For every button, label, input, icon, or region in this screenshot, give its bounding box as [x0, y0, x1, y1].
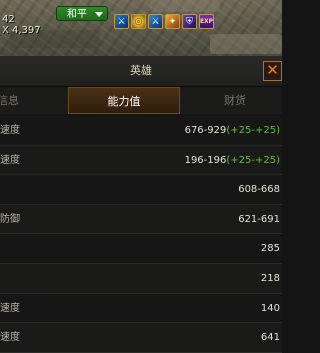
stat-value: 140: [260, 302, 280, 314]
coin-buff-icon[interactable]: ◎: [131, 14, 146, 29]
coordinate-x-row: X 4,397: [2, 25, 41, 36]
stat-value: 196-196(+25-+25): [185, 146, 280, 175]
tab-wealth[interactable]: 财货: [200, 87, 270, 114]
map-terrain: [210, 34, 282, 54]
stat-row: 608-668: [0, 175, 282, 205]
cross-icon: X: [2, 25, 9, 36]
stat-row: 速度 140: [0, 293, 282, 324]
stat-row: 速度 676-929(+25-+25): [0, 116, 282, 146]
stat-value: 218: [260, 272, 280, 284]
stat-value: 676-929(+25-+25): [185, 116, 280, 145]
stat-row: 285: [0, 234, 282, 264]
fire-buff-icon[interactable]: ✦: [165, 14, 180, 29]
sword-buff-icon[interactable]: ⚔: [114, 14, 129, 29]
stat-value: 608-668: [238, 184, 280, 196]
map-coordinates: 42 X 4,397: [2, 14, 41, 36]
pk-mode-label: 和平: [67, 9, 87, 20]
stat-row: 速度 641: [0, 323, 282, 353]
window-title: 英雄: [130, 64, 152, 77]
stats-list: 速度 676-929(+25-+25) 速度 196-196(+25-+25) …: [0, 116, 282, 353]
coordinate-y: 42: [2, 14, 15, 25]
chevron-down-icon: [95, 12, 103, 17]
pk-mode-dropdown[interactable]: 和平: [56, 6, 108, 21]
stat-value: 641: [260, 332, 280, 344]
shield-buff-icon[interactable]: ⛨: [182, 14, 197, 29]
tab-label: 能力值: [107, 95, 141, 108]
stat-label: 速度: [0, 302, 20, 314]
tab-label: 本信息: [0, 94, 19, 107]
stat-row: 218: [0, 263, 282, 294]
stat-label: 速度: [0, 332, 20, 344]
stat-bonus: (+25-+25): [226, 125, 280, 136]
tab-label: 财货: [224, 94, 246, 107]
stat-bonus: (+25-+25): [226, 154, 280, 166]
stat-label: 防御: [0, 213, 20, 225]
tab-bar: 本信息 能力值 财货: [0, 87, 282, 114]
sword-buff-icon[interactable]: ⚔: [148, 14, 163, 29]
map-terrain: [150, 0, 220, 12]
stat-label: 速度: [0, 125, 20, 136]
stat-label: 速度: [0, 154, 20, 166]
stat-number: 676-929: [184, 125, 227, 136]
stat-value: 285: [260, 243, 280, 255]
close-button[interactable]: ✕: [263, 61, 282, 81]
stat-value: 621-691: [238, 213, 280, 225]
stat-row: 速度 196-196(+25-+25): [0, 145, 282, 176]
buff-bar: ⚔ ◎ ⚔ ✦ ⛨ EXP: [114, 14, 214, 29]
coordinate-x: 4,397: [12, 25, 41, 36]
tab-basic-info[interactable]: 本信息: [0, 87, 56, 114]
tab-ability[interactable]: 能力值: [68, 87, 180, 114]
stat-number: 196-196: [184, 154, 227, 166]
window-header: 英雄: [0, 56, 282, 87]
stat-row: 防御 621-691: [0, 204, 282, 235]
close-icon: ✕: [266, 61, 279, 79]
exp-buff-icon[interactable]: EXP: [199, 14, 214, 29]
exp-label: EXP: [199, 18, 214, 25]
